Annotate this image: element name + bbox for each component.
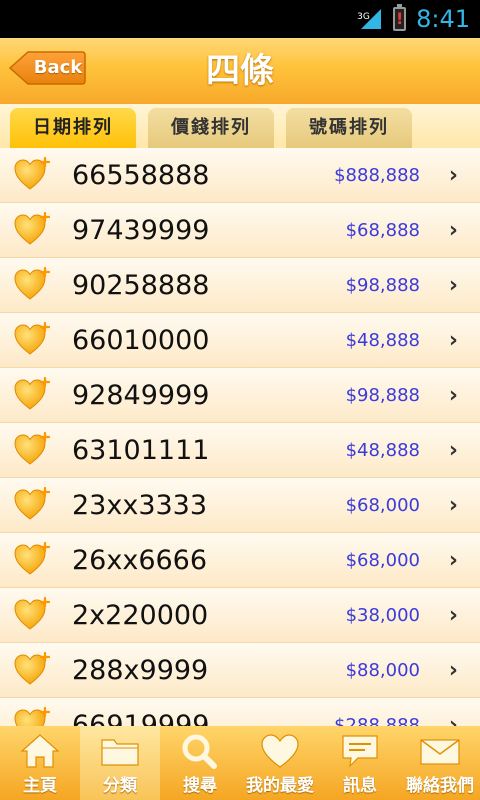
home-icon [18, 732, 62, 770]
phone-number: 66558888 [72, 160, 210, 191]
list-item[interactable]: 288x9999 $88,000 › [0, 643, 480, 698]
add-favorite-icon[interactable] [14, 321, 51, 358]
chevron-right-icon: › [448, 603, 458, 628]
phone-number: 23xx3333 [72, 490, 208, 521]
price: $38,000 [345, 605, 420, 626]
phone-number: 66010000 [72, 325, 210, 356]
message-icon [338, 732, 382, 770]
number-list: 66558888 $888,888 › 97439999 $68,888 › 9… [0, 148, 480, 726]
add-favorite-icon[interactable] [14, 486, 51, 523]
chevron-right-icon: › [448, 713, 458, 726]
list-item[interactable]: 90258888 $98,888 › [0, 258, 480, 313]
price: $48,888 [345, 440, 420, 461]
price: $68,888 [345, 220, 420, 241]
add-favorite-icon[interactable] [14, 706, 51, 726]
add-favorite-icon[interactable] [14, 431, 51, 468]
search-icon [178, 732, 222, 770]
list-item[interactable]: 66010000 $48,888 › [0, 313, 480, 368]
back-button-label: Back [33, 57, 83, 78]
chevron-right-icon: › [448, 438, 458, 463]
chevron-right-icon: › [448, 328, 458, 353]
phone-number: 288x9999 [72, 655, 209, 686]
phone-number: 90258888 [72, 270, 210, 301]
sort-tabs: 日期排列 價錢排列 號碼排列 [0, 104, 480, 148]
list-item[interactable]: 66558888 $888,888 › [0, 148, 480, 203]
bottom-tab-search[interactable]: 搜尋 [160, 726, 240, 800]
add-favorite-icon[interactable] [14, 211, 51, 248]
bottom-tab-message[interactable]: 訊息 [320, 726, 400, 800]
list-item[interactable]: 97439999 $68,888 › [0, 203, 480, 258]
network-type: 3G [357, 12, 370, 22]
add-favorite-icon[interactable] [14, 376, 51, 413]
bottom-tab-label: 聯絡我們 [406, 776, 474, 796]
phone-number: 26xx6666 [72, 545, 208, 576]
phone-number: 66919999 [72, 710, 210, 726]
signal-icon: 3G [357, 7, 383, 31]
add-favorite-icon[interactable] [14, 156, 51, 193]
bottom-tab-bar: 主頁 分類 搜尋 我的最愛 訊息 聯絡我們 [0, 726, 480, 800]
bottom-tab-label: 主頁 [23, 776, 57, 796]
add-favorite-icon[interactable] [14, 266, 51, 303]
chevron-right-icon: › [448, 273, 458, 298]
clock: 8:41 [416, 5, 470, 33]
price: $88,000 [345, 660, 420, 681]
add-favorite-icon[interactable] [14, 541, 51, 578]
phone-number: 97439999 [72, 215, 210, 246]
chevron-right-icon: › [448, 218, 458, 243]
chevron-right-icon: › [448, 493, 458, 518]
price: $98,888 [345, 385, 420, 406]
chevron-right-icon: › [448, 548, 458, 573]
price: $68,000 [345, 550, 420, 571]
tab-sort-by-price[interactable]: 價錢排列 [148, 108, 274, 148]
bottom-tab-home[interactable]: 主頁 [0, 726, 80, 800]
phone-number: 92849999 [72, 380, 210, 411]
heart-icon [258, 732, 302, 770]
add-favorite-icon[interactable] [14, 651, 51, 688]
list-item[interactable]: 26xx6666 $68,000 › [0, 533, 480, 588]
list-item[interactable]: 2x220000 $38,000 › [0, 588, 480, 643]
tab-sort-by-date[interactable]: 日期排列 [10, 108, 136, 148]
list-item[interactable]: 63101111 $48,888 › [0, 423, 480, 478]
header: 四條 Back [0, 38, 480, 104]
chevron-right-icon: › [448, 163, 458, 188]
bottom-tab-label: 分類 [103, 776, 137, 796]
bottom-tab-folder[interactable]: 分類 [80, 726, 160, 800]
tab-sort-by-number[interactable]: 號碼排列 [286, 108, 412, 148]
folder-icon [98, 732, 142, 770]
mail-icon [418, 732, 462, 770]
bottom-tab-label: 搜尋 [183, 776, 217, 796]
price: $98,888 [345, 275, 420, 296]
back-button[interactable]: Back [8, 50, 86, 86]
list-item[interactable]: 23xx3333 $68,000 › [0, 478, 480, 533]
price: $68,000 [345, 495, 420, 516]
battery-icon: ! [393, 4, 407, 31]
price: $888,888 [334, 165, 420, 186]
add-favorite-icon[interactable] [14, 596, 51, 633]
phone-number: 2x220000 [72, 600, 209, 631]
list-item[interactable]: 66919999 $288,888 › [0, 698, 480, 726]
list-item[interactable]: 92849999 $98,888 › [0, 368, 480, 423]
bottom-tab-label: 訊息 [343, 776, 377, 796]
price: $288,888 [334, 715, 420, 726]
chevron-right-icon: › [448, 658, 458, 683]
phone-number: 63101111 [72, 435, 210, 466]
bottom-tab-mail[interactable]: 聯絡我們 [400, 726, 480, 800]
status-bar: 3G ! 8:41 [0, 0, 480, 38]
bottom-tab-heart[interactable]: 我的最愛 [240, 726, 320, 800]
price: $48,888 [345, 330, 420, 351]
chevron-right-icon: › [448, 383, 458, 408]
bottom-tab-label: 我的最愛 [246, 776, 314, 796]
